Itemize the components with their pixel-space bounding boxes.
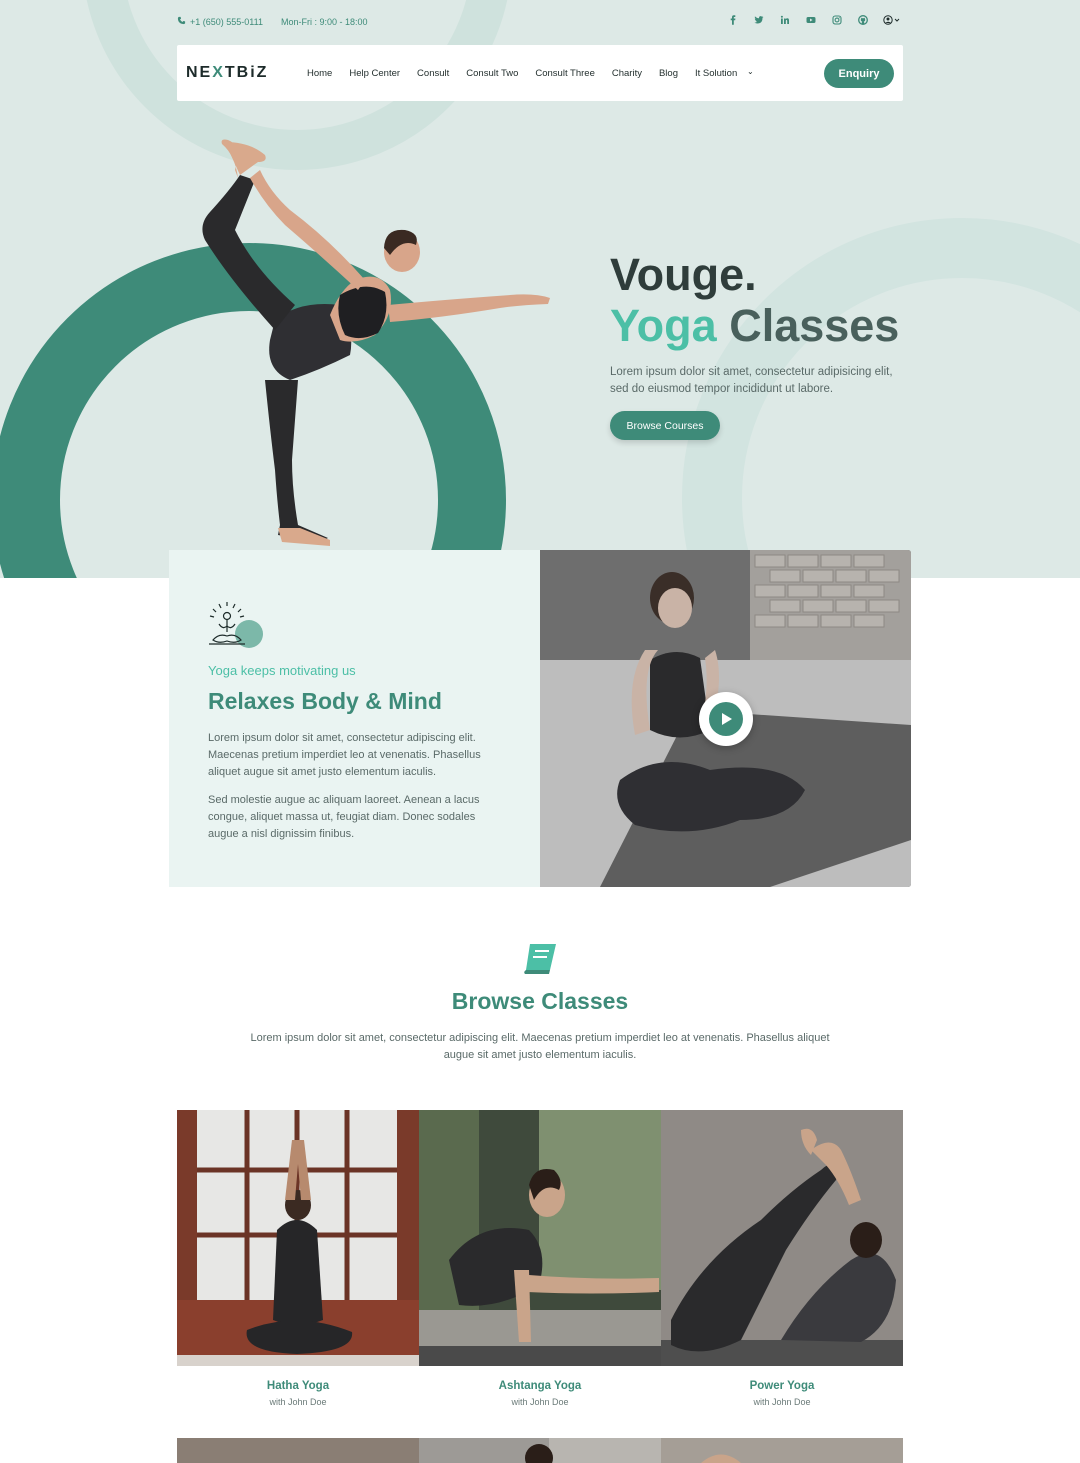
main-navbar: NEXTBiZ Home Help Center Consult Consult… <box>177 45 903 101</box>
class-teacher: with John Doe <box>511 1397 569 1407</box>
site-logo[interactable]: NEXTBiZ <box>186 64 268 82</box>
nav-link-it-solution[interactable]: It Solution <box>695 68 737 79</box>
feature-card: Yoga keeps motivating us Relaxes Body & … <box>169 550 540 887</box>
book-icon <box>524 944 556 974</box>
class-image[interactable] <box>419 1110 661 1366</box>
classes-title: Browse Classes <box>451 988 629 1014</box>
youtube-icon[interactable] <box>805 14 817 26</box>
feature-subtitle: Yoga keeps motivating us <box>208 663 356 678</box>
nav-link-consult-two[interactable]: Consult Two <box>466 68 518 79</box>
phone-number: +1 (650) 555-0111 <box>190 17 263 27</box>
nav-more-dropdown[interactable]: ⌄ <box>747 67 754 76</box>
opening-hours: Mon-Fri : 9:00 - 18:00 <box>280 16 368 27</box>
github-icon[interactable] <box>857 14 869 26</box>
hero-description: Lorem ipsum dolor sit amet, consectetur … <box>610 366 893 395</box>
hero-yoga-figure <box>202 139 550 546</box>
feature-video-thumbnail[interactable] <box>540 550 911 887</box>
play-video-button[interactable] <box>699 692 753 746</box>
class-image[interactable] <box>661 1110 903 1366</box>
play-icon-circle <box>709 702 743 736</box>
class-name[interactable]: Ashtanga Yoga <box>419 1380 661 1392</box>
hero-title-line2: Yoga Classes <box>610 300 899 352</box>
linkedin-icon[interactable] <box>779 14 791 26</box>
hatha-yoga-photo <box>177 1110 419 1366</box>
hero-title-line1: Vouge. <box>610 249 757 300</box>
hero-title-accent: Yoga <box>610 300 717 351</box>
class-card-hatha[interactable]: Hatha Yoga with John Doe <box>177 1110 419 1407</box>
nav-link-charity[interactable]: Charity <box>612 68 642 79</box>
logo-text-end: TBiZ <box>224 64 269 81</box>
enquiry-button[interactable]: Enquiry <box>824 59 894 88</box>
next-class-photo <box>419 1438 661 1463</box>
class-teacher: with John Doe <box>753 1397 811 1407</box>
hero-section: +1 (650) 555-0111 Mon-Fri : 9:00 - 18:00… <box>0 0 1080 578</box>
classes-description: Lorem ipsum dolor sit amet, consectetur … <box>250 1032 830 1061</box>
hero-title-rest: Classes <box>729 300 900 351</box>
user-account-icon[interactable] <box>883 14 903 26</box>
play-icon <box>722 713 732 725</box>
class-image[interactable] <box>177 1110 419 1366</box>
phone-contact[interactable]: +1 (650) 555-0111 <box>177 16 263 27</box>
logo-text-accent: X <box>212 64 225 81</box>
top-bar: +1 (650) 555-0111 Mon-Fri : 9:00 - 18:00 <box>177 14 903 30</box>
class-teacher: with John Doe <box>269 1397 327 1407</box>
facebook-icon[interactable] <box>727 14 739 26</box>
class-name[interactable]: Power Yoga <box>661 1380 903 1392</box>
class-card-next-2[interactable] <box>419 1438 661 1463</box>
nav-links: Home Help Center Consult Consult Two Con… <box>307 68 754 79</box>
class-card-next-1[interactable] <box>177 1438 419 1463</box>
nav-link-home[interactable]: Home <box>307 68 332 79</box>
nav-link-consult-three[interactable]: Consult Three <box>535 68 595 79</box>
class-name[interactable]: Hatha Yoga <box>177 1380 419 1392</box>
feature-paragraph-2: Sed molestie augue ac aliquam laoreet. A… <box>208 794 480 840</box>
feature-paragraph-1: Lorem ipsum dolor sit amet, consectetur … <box>208 732 481 778</box>
phone-icon <box>177 16 186 25</box>
ashtanga-yoga-photo <box>419 1110 661 1366</box>
next-class-photo <box>661 1438 903 1463</box>
instagram-icon[interactable] <box>831 14 843 26</box>
browse-courses-button[interactable]: Browse Courses <box>610 411 720 440</box>
twitter-icon[interactable] <box>753 14 765 26</box>
nav-link-consult[interactable]: Consult <box>417 68 449 79</box>
nav-link-help-center[interactable]: Help Center <box>349 68 400 79</box>
class-card-ashtanga[interactable]: Ashtanga Yoga with John Doe <box>419 1110 661 1407</box>
class-card-power[interactable]: Power Yoga with John Doe <box>661 1110 903 1407</box>
class-card-next-3[interactable] <box>661 1438 903 1463</box>
power-yoga-photo <box>661 1110 903 1366</box>
feature-title: Relaxes Body & Mind <box>208 688 442 714</box>
meditation-icon <box>209 602 263 648</box>
logo-text-start: NE <box>186 64 213 81</box>
nav-link-blog[interactable]: Blog <box>659 68 678 79</box>
